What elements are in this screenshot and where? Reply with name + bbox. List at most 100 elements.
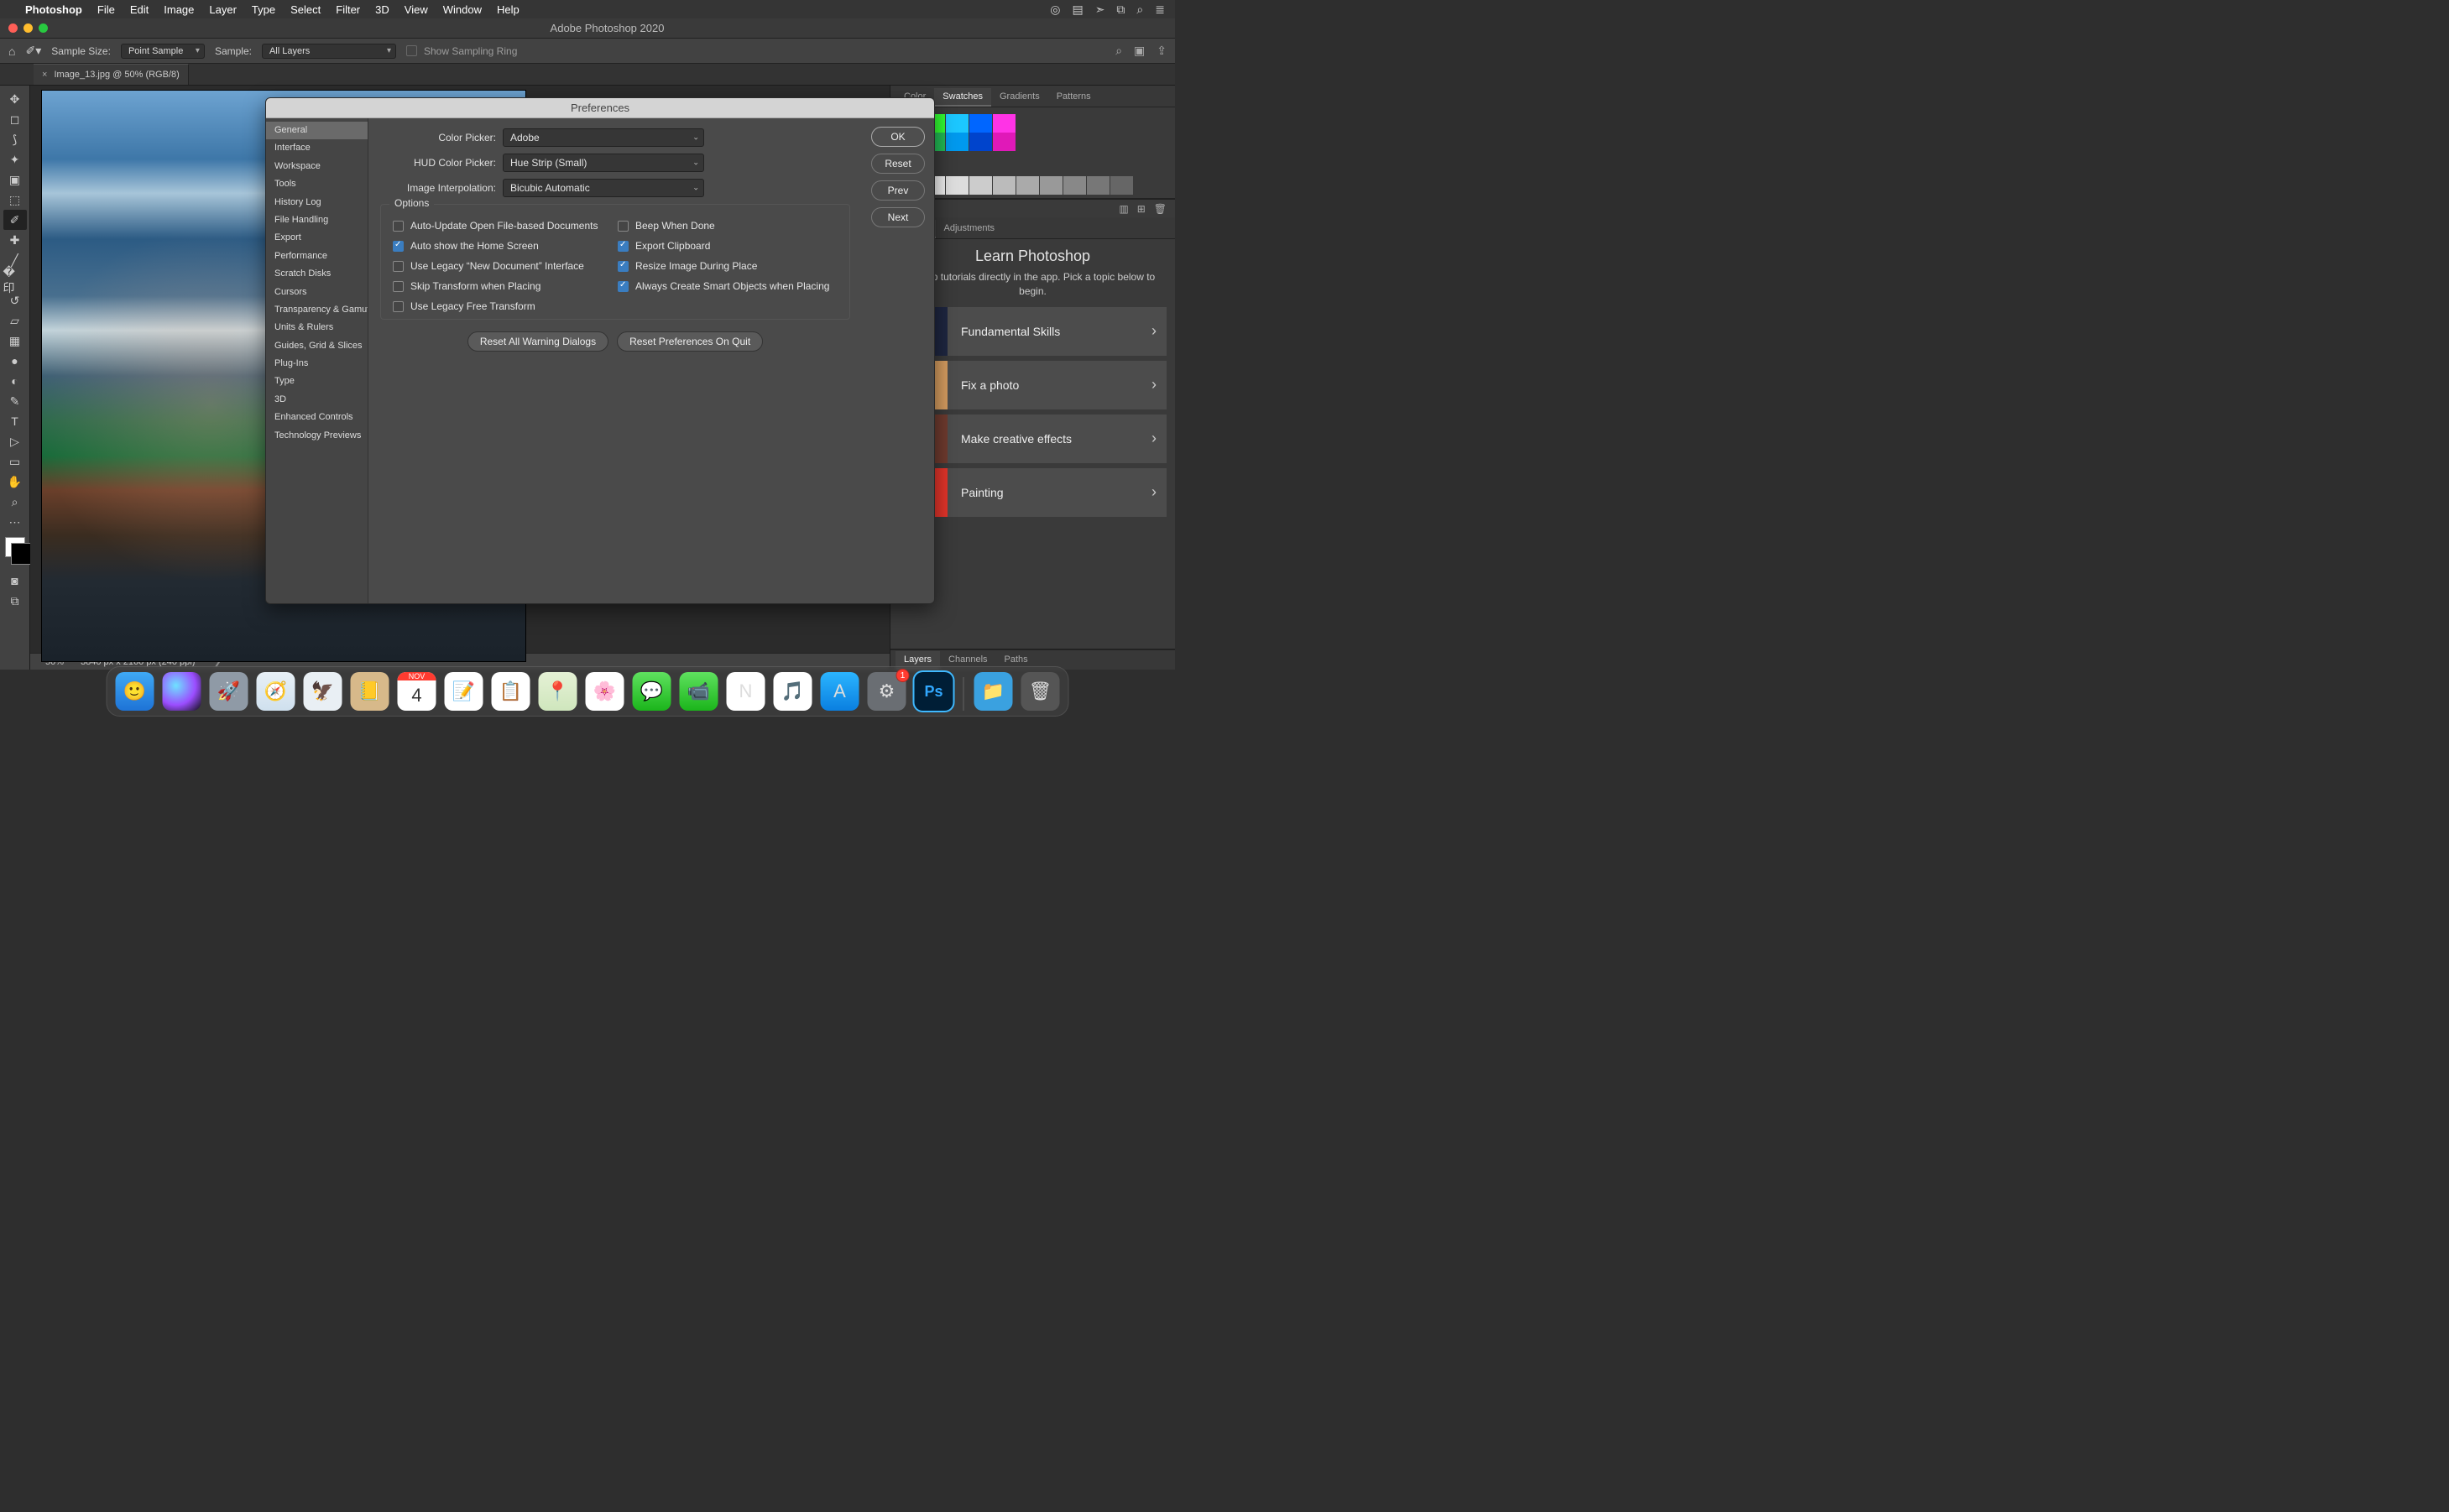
home-icon[interactable]: ⌂ [8,44,15,58]
learn-item[interactable]: Painting› [899,468,1167,517]
menu-file[interactable]: File [97,3,115,16]
app-name[interactable]: Photoshop [25,3,82,16]
swatch[interactable] [946,176,969,195]
tool-eraser[interactable]: ▱ [3,310,27,331]
prefs-category[interactable]: Performance [266,248,368,265]
prefs-category[interactable]: Scratch Disks [266,265,368,283]
swatch[interactable] [1016,176,1039,195]
tool-crop[interactable]: ▣ [3,169,27,190]
displays-icon[interactable]: ⧉ [1116,3,1125,17]
color-picker-select[interactable]: Adobe [503,128,704,147]
prefs-category[interactable]: Technology Previews [266,427,368,445]
document-tab[interactable]: × Image_13.jpg @ 50% (RGB/8) [34,64,189,85]
tool-clone[interactable]: �印 [3,270,27,290]
prefs-category[interactable]: Type [266,373,368,390]
dock-systemprefs-icon[interactable]: ⚙︎1 [868,672,906,711]
swatch[interactable] [1110,176,1133,195]
prefs-category[interactable]: Enhanced Controls [266,409,368,426]
tool-eyedropper[interactable]: ✐ [3,210,27,230]
menu-edit[interactable]: Edit [130,3,149,16]
swatch[interactable] [946,114,969,133]
sample-size-select[interactable]: Point Sample [121,44,205,59]
swatch[interactable] [993,114,1016,133]
folder-icon[interactable]: ▥ [1119,203,1128,215]
tool-zoom[interactable]: ⌕ [3,492,27,512]
menu-filter[interactable]: Filter [336,3,360,16]
ok-button[interactable]: OK [871,127,925,147]
prefs-category[interactable]: Plug-Ins [266,355,368,373]
sample-layers-select[interactable]: All Layers [262,44,396,59]
dock-finder-icon[interactable]: 🙂 [116,672,154,711]
tool-move[interactable]: ✥ [3,89,27,109]
window-minimize-button[interactable] [23,23,33,33]
dock-trash-icon[interactable]: 🗑 [1021,672,1060,711]
tool-hand[interactable]: ✋ [3,472,27,492]
prev-button[interactable]: Prev [871,180,925,201]
search-icon[interactable]: ⌕ [1115,44,1122,58]
interpolation-select[interactable]: Bicubic Automatic [503,179,704,197]
dock-launchpad-icon[interactable]: 🚀 [210,672,248,711]
learn-item[interactable]: Fundamental Skills› [899,307,1167,356]
dock-appstore-icon[interactable]: A [821,672,859,711]
delete-swatch-icon[interactable]: 🗑 [1154,203,1167,215]
pref-checkbox-3[interactable]: Export Clipboard [618,240,838,252]
dock-photoshop-icon[interactable]: Ps [915,672,953,711]
swatch[interactable] [969,176,992,195]
swatch[interactable] [969,133,992,151]
chat-icon[interactable]: ▤ [1072,3,1083,17]
tool-history-brush[interactable]: ↺ [3,290,27,310]
tool-type[interactable]: T [3,411,27,431]
tool-frame[interactable]: ⬚ [3,190,27,210]
tool-edit-toolbar[interactable]: ⋯ [3,512,27,532]
prefs-category[interactable]: General [266,122,368,139]
pref-checkbox-7[interactable]: Always Create Smart Objects when Placing [618,280,838,292]
lib-panel-tab-1[interactable]: Adjustments [936,220,1004,238]
prefs-category[interactable]: File Handling [266,211,368,229]
airdrop-icon[interactable]: ➣ [1095,3,1105,17]
swatch[interactable] [946,133,969,151]
tool-screenmode[interactable]: ⧉ [3,591,27,611]
color-panel-tab-1[interactable]: Swatches [934,88,991,107]
swatch[interactable] [969,114,992,133]
prefs-category[interactable]: Cursors [266,284,368,301]
prefs-category[interactable]: Workspace [266,158,368,175]
color-panel-tab-3[interactable]: Patterns [1048,88,1099,107]
menu-view[interactable]: View [405,3,428,16]
pref-checkbox-2[interactable]: Auto show the Home Screen [393,240,613,252]
dock-calendar-icon[interactable]: NOV4 [398,672,436,711]
next-button[interactable]: Next [871,207,925,227]
pref-checkbox-0[interactable]: Auto-Update Open File-based Documents [393,220,613,232]
menu-help[interactable]: Help [497,3,520,16]
reset-button[interactable]: Reset [871,154,925,174]
swatch[interactable] [993,133,1016,151]
dock-maps-icon[interactable]: 📍 [539,672,577,711]
hud-picker-select[interactable]: Hue Strip (Small) [503,154,704,172]
tool-shape[interactable]: ▭ [3,451,27,472]
tool-dodge[interactable]: ◐ [3,371,27,391]
menu-type[interactable]: Type [252,3,275,16]
window-close-button[interactable] [8,23,18,33]
tool-quickmask[interactable]: ◙ [3,571,27,591]
dock-safari-icon[interactable]: 🧭 [257,672,295,711]
tool-pen[interactable]: ✎ [3,391,27,411]
pref-checkbox-6[interactable]: Skip Transform when Placing [393,280,613,292]
close-tab-icon[interactable]: × [42,70,47,80]
dock-contacts-icon[interactable]: 📒 [351,672,389,711]
share-icon[interactable]: ⇪ [1157,44,1167,58]
dock-news-icon[interactable]: N [727,672,765,711]
swatch[interactable] [1063,176,1086,195]
prefs-category[interactable]: Transparency & Gamut [266,301,368,319]
prefs-category[interactable]: Guides, Grid & Slices [266,337,368,355]
reset-on-quit-button[interactable]: Reset Preferences On Quit [617,331,763,352]
prefs-category[interactable]: Tools [266,175,368,193]
spotlight-icon[interactable]: ⌕ [1136,3,1143,17]
menu-image[interactable]: Image [164,3,194,16]
tool-gradient[interactable]: ▦ [3,331,27,351]
tool-quick-select[interactable]: ✦ [3,149,27,169]
dock-mail-icon[interactable]: 🦅 [304,672,342,711]
new-swatch-icon[interactable]: ⊞ [1137,203,1146,215]
menu-layer[interactable]: Layer [209,3,237,16]
dock-reminders-icon[interactable]: 📋 [492,672,530,711]
menu-select[interactable]: Select [290,3,321,16]
tool-lasso[interactable]: ⟆ [3,129,27,149]
